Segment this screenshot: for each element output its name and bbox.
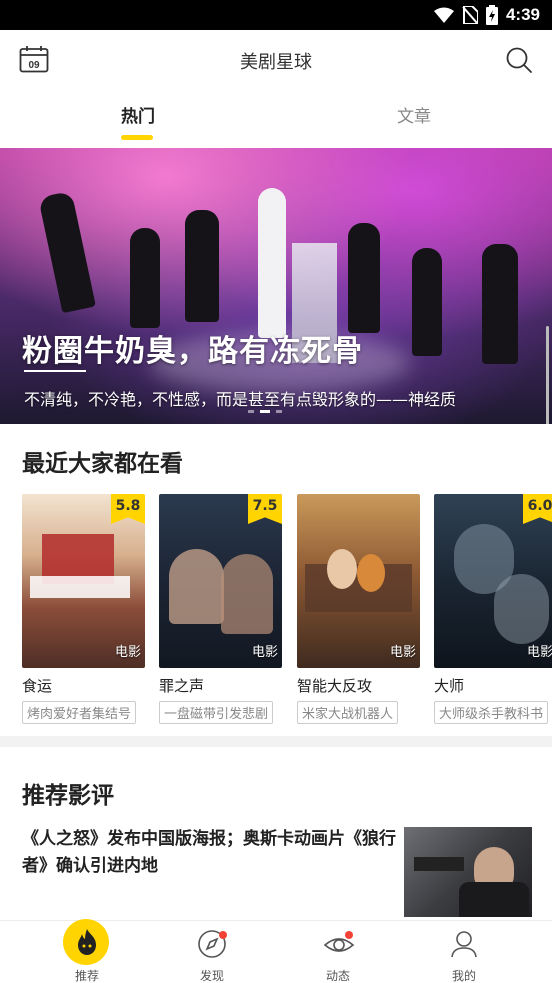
dancer-figure: [482, 244, 518, 364]
dancer-figure: [412, 248, 442, 356]
app-bar: 09 美剧星球: [0, 30, 552, 88]
app-title: 美剧星球: [240, 52, 312, 73]
nav-discover[interactable]: 发现: [167, 921, 257, 983]
section-divider: [0, 736, 552, 747]
movie-name: 大师: [434, 677, 465, 695]
tab-hot[interactable]: 热门: [121, 102, 155, 127]
bottom-nav: 推荐 发现 动态 我的: [0, 919, 552, 983]
movie-card[interactable]: 5.8 电影 食运 烤肉爱好者集结号: [22, 494, 145, 724]
score-badge: 5.8: [111, 494, 145, 524]
dancer-figure: [185, 210, 219, 322]
notification-dot: [219, 931, 227, 939]
tab-article[interactable]: 文章: [397, 102, 431, 127]
status-bar: 4:39: [0, 0, 552, 30]
score-badge: 7.5: [248, 494, 282, 524]
nav-label: 我的: [451, 969, 476, 983]
notification-dot: [345, 931, 353, 939]
movie-name: 食运: [22, 677, 53, 695]
nav-label: 发现: [199, 969, 224, 983]
carousel-dots: [248, 410, 282, 413]
movie-card[interactable]: 电影 智能大反攻 米家大战机器人: [297, 494, 420, 724]
user-icon: [451, 931, 477, 958]
movie-card[interactable]: 7.5 电影 罪之声 一盘磁带引发悲剧: [159, 494, 282, 724]
section-title-reviews: 推荐影评: [22, 783, 114, 809]
movie-type: 电影: [251, 645, 278, 660]
nav-activity[interactable]: 动态: [293, 921, 383, 983]
movie-poster[interactable]: 电影: [297, 494, 420, 668]
review-headline[interactable]: 《人之怒》发布中国版海报；奥斯卡动画片《狼行者》确认引进内地: [22, 826, 402, 880]
banner-rule: [24, 370, 86, 372]
nav-recommend[interactable]: 推荐: [42, 919, 132, 983]
movie-name: 智能大反攻: [297, 677, 373, 695]
movie-tag: 大师级杀手教科书: [434, 701, 549, 724]
no-sim-icon: [462, 6, 478, 24]
battery-icon: [485, 5, 498, 25]
banner-subtitle: 不清纯，不冷艳，不性感，而是甚至有点毁形象的——神经质: [24, 390, 457, 409]
wifi-icon: [433, 7, 454, 23]
search-icon[interactable]: [505, 46, 533, 74]
score-badge: 6.0: [523, 494, 552, 524]
dancer-figure: [348, 223, 380, 333]
nav-profile[interactable]: 我的: [419, 921, 509, 983]
review-thumbnail[interactable]: [404, 827, 532, 917]
tab-bar: 热门 文章: [0, 88, 552, 144]
movie-type: 电影: [114, 645, 141, 660]
banner-carousel[interactable]: 粉圈牛奶臭，路有冻死骨 不清纯，不冷艳，不性感，而是甚至有点毁形象的——神经质: [0, 148, 552, 424]
section-title-watching: 最近大家都在看: [22, 451, 183, 477]
status-time: 4:39: [505, 5, 540, 24]
movie-type: 电影: [389, 645, 416, 660]
movie-type: 电影: [526, 645, 552, 660]
movie-poster[interactable]: 7.5 电影: [159, 494, 282, 668]
dancer-figure: [258, 188, 286, 338]
movie-name: 罪之声: [159, 677, 205, 695]
nav-label: 动态: [325, 969, 350, 983]
dancer-figure: [130, 228, 160, 328]
movie-tag: 一盘磁带引发悲剧: [159, 701, 274, 724]
movie-poster[interactable]: 5.8 电影: [22, 494, 145, 668]
flame-icon: [78, 929, 96, 955]
movie-tag: 烤肉爱好者集结号: [22, 701, 137, 724]
movie-card[interactable]: 6.0 电影 大师 大师级杀手教科书: [434, 494, 552, 724]
dancer-figure: [38, 190, 96, 314]
scrollbar: [546, 326, 549, 424]
nav-label: 推荐: [74, 969, 99, 983]
tab-indicator: [121, 135, 153, 140]
movie-poster[interactable]: 6.0 电影: [434, 494, 552, 668]
movie-carousel[interactable]: 5.8 电影 食运 烤肉爱好者集结号 7.5 电影 罪之声 一盘磁带引发悲剧 电…: [22, 494, 552, 724]
movie-tag: 米家大战机器人: [297, 701, 399, 724]
banner-title: 粉圈牛奶臭，路有冻死骨: [22, 334, 363, 369]
